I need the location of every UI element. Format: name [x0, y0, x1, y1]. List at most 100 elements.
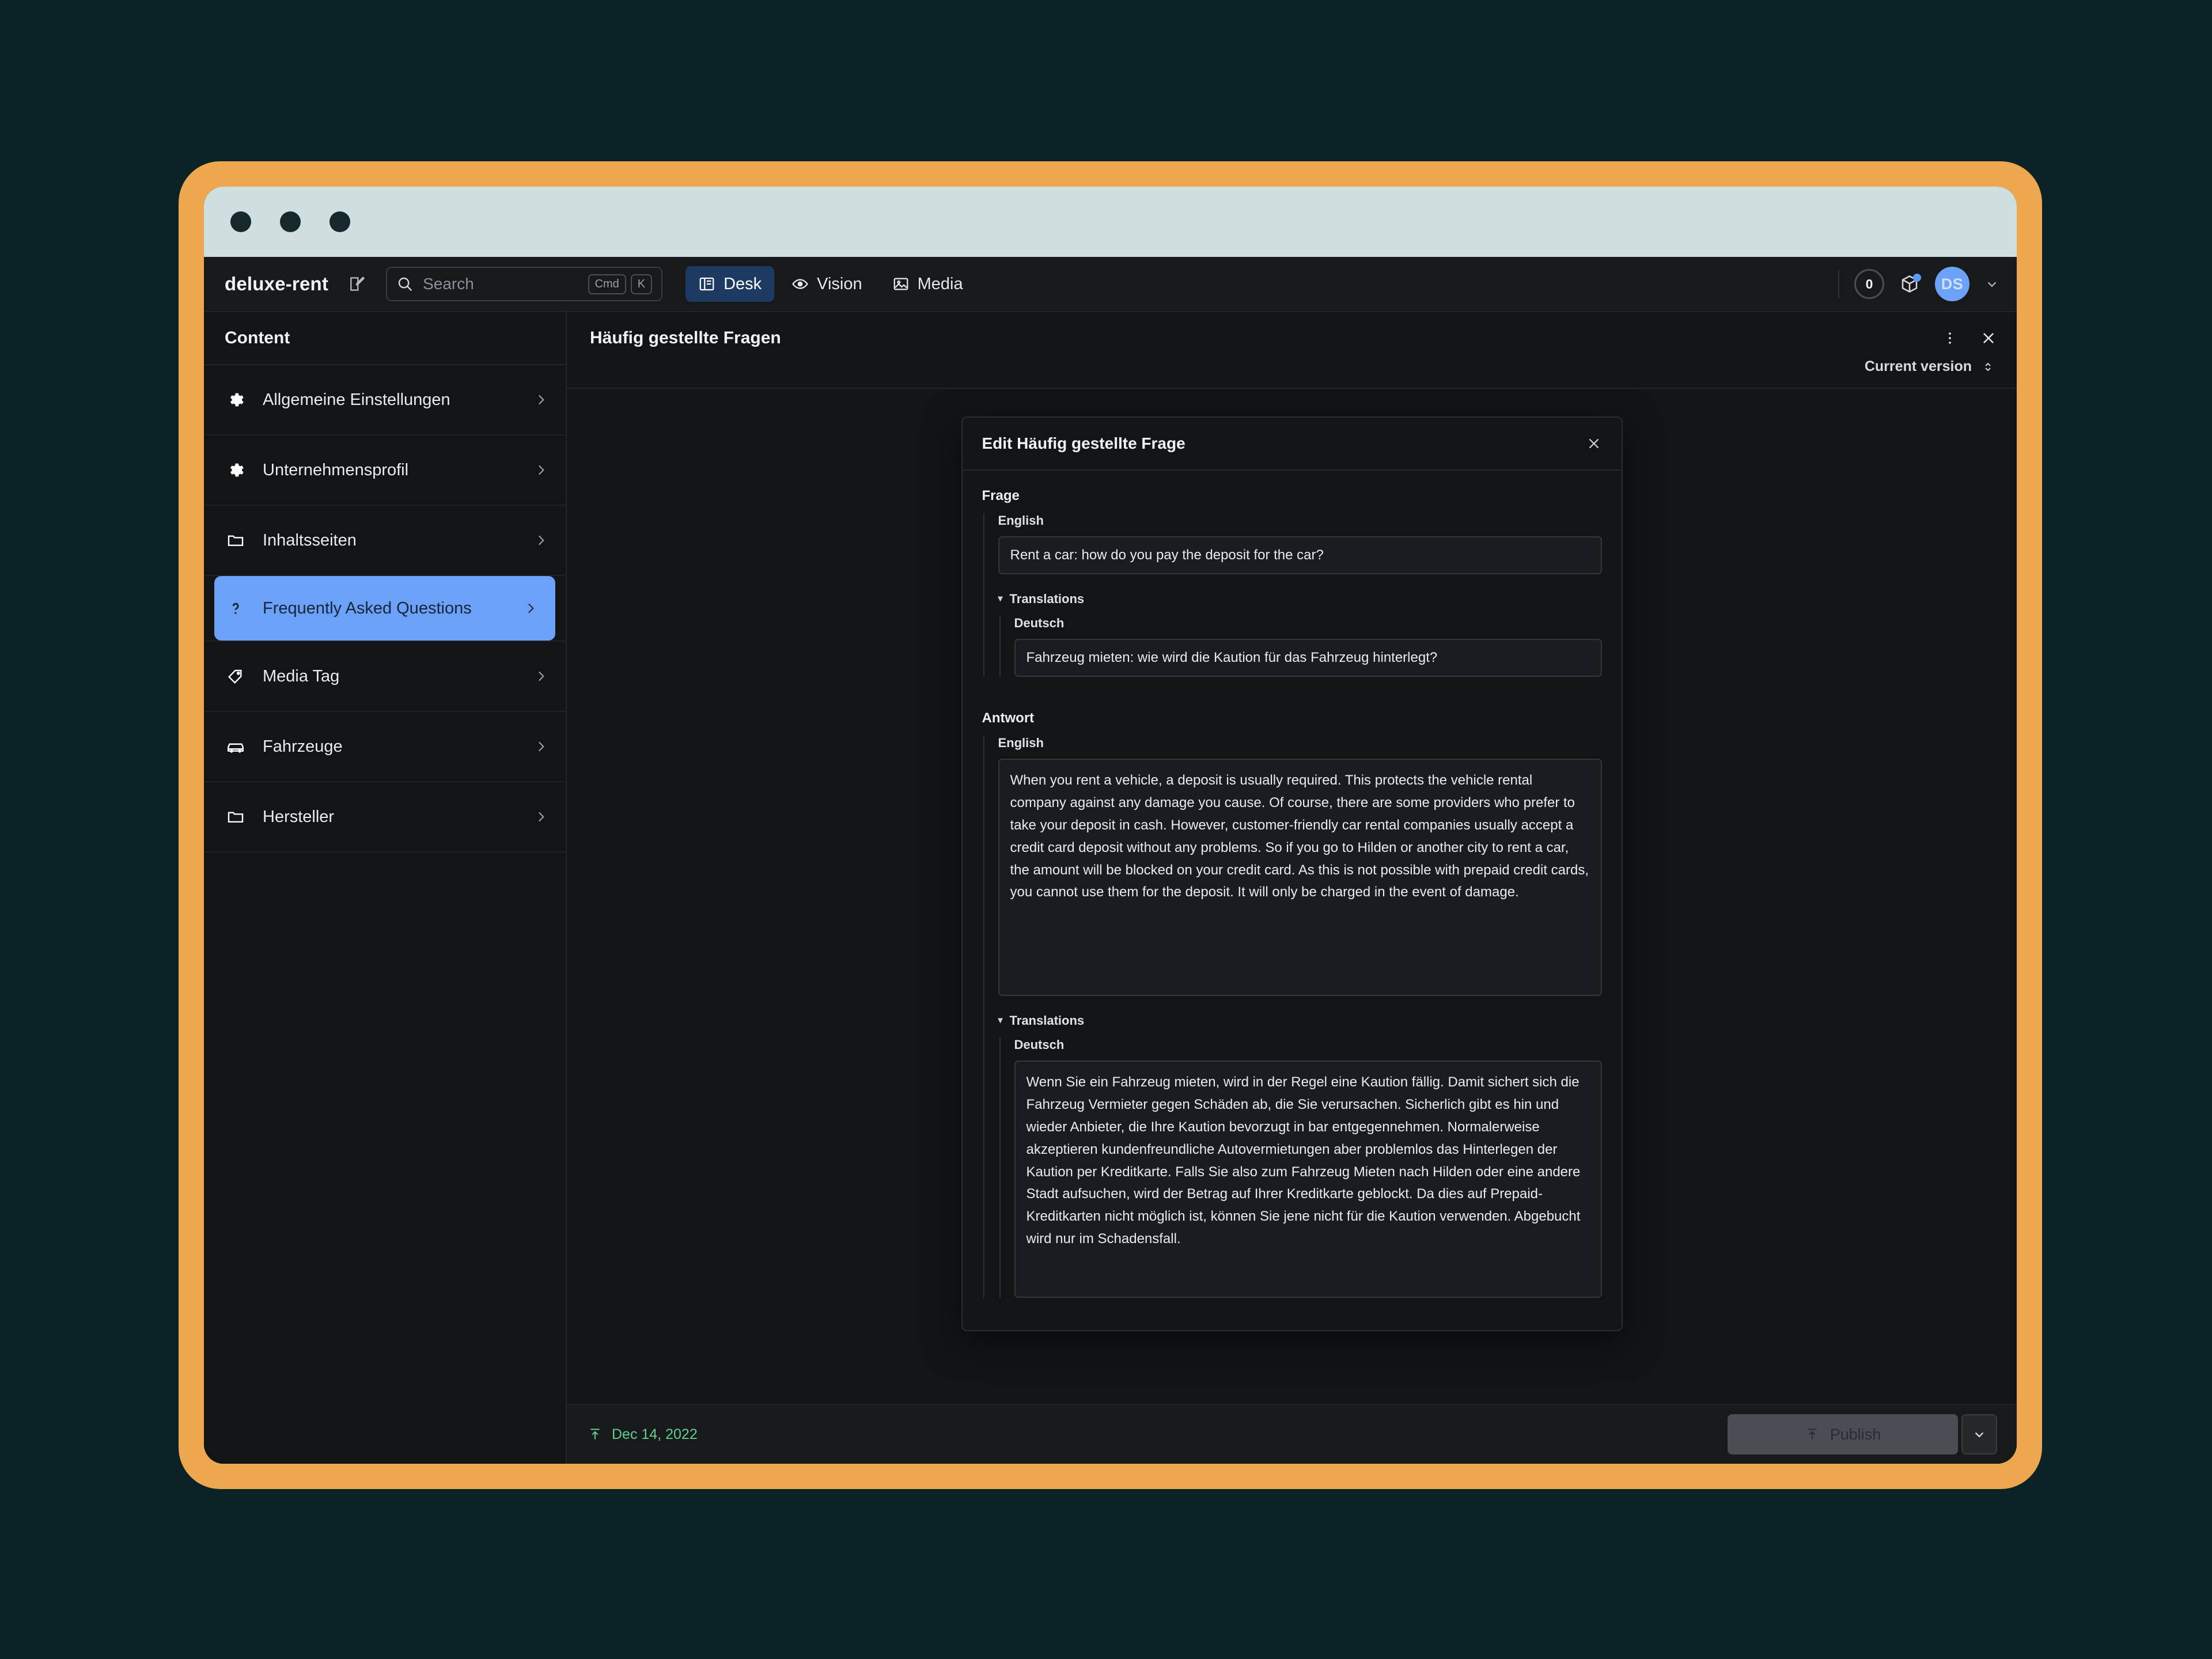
chevron-down-icon[interactable] — [1984, 276, 1999, 291]
document-actions — [1942, 329, 1997, 347]
tab-desk[interactable]: Desk — [685, 266, 774, 302]
compose-icon[interactable] — [341, 268, 373, 300]
tab-desk-label: Desk — [724, 275, 762, 294]
antwort-indent: English When you rent a vehicle, a depos… — [983, 736, 1602, 1298]
navbar-divider — [1838, 270, 1839, 298]
traffic-lights — [230, 211, 350, 232]
image-icon — [892, 275, 910, 293]
chevron-right-icon — [533, 739, 548, 754]
eye-icon — [791, 275, 809, 293]
folder-icon — [224, 531, 248, 550]
caret-down-icon: ▾ — [998, 594, 1003, 604]
car-icon — [224, 737, 248, 756]
version-selector[interactable]: Current version — [590, 358, 1997, 375]
field-group-antwort: Antwort English When you rent a vehicle,… — [982, 710, 1602, 1298]
chevron-right-icon — [533, 669, 548, 684]
publish-up-icon — [1805, 1427, 1820, 1442]
tab-media-label: Media — [918, 275, 963, 294]
browser-chrome — [204, 187, 2017, 257]
antwort-english-label: English — [998, 736, 1602, 751]
search-icon — [396, 275, 414, 293]
chevron-right-icon — [523, 601, 538, 616]
antwort-translations-label: Translations — [1010, 1013, 1085, 1028]
sidebar-item-media-tag[interactable]: Media Tag — [204, 642, 566, 712]
notification-count-badge[interactable]: 0 — [1854, 269, 1884, 299]
sidebar-item-label: Inhaltsseiten — [263, 531, 518, 550]
caret-down-icon: ▾ — [998, 1016, 1003, 1025]
folder-icon — [224, 808, 248, 826]
publish-up-icon — [588, 1427, 603, 1442]
antwort-translations-toggle[interactable]: ▾ Translations — [998, 1013, 1602, 1028]
search-input[interactable]: Search Cmd K — [386, 267, 662, 301]
app-shell: deluxe-rent Search — [204, 257, 2017, 1464]
frage-german-label: Deutsch — [1014, 616, 1602, 631]
sidebar-item-label: Allgemeine Einstellungen — [263, 391, 518, 410]
search-placeholder: Search — [423, 275, 578, 293]
package-update-dot — [1913, 274, 1921, 282]
frage-english-label: English — [998, 513, 1602, 528]
publish-date-label: Dec 14, 2022 — [612, 1426, 698, 1443]
document-header-top: Häufig gestellte Fragen — [590, 328, 1997, 348]
sidebar-item-fahrzeuge[interactable]: Fahrzeuge — [204, 712, 566, 782]
close-window-dot[interactable] — [230, 211, 251, 232]
publish-group: Publish — [1728, 1414, 1997, 1455]
sidebar-item-allgemeine-einstellungen[interactable]: Allgemeine Einstellungen — [204, 365, 566, 435]
tab-vision-label: Vision — [817, 275, 862, 294]
frage-english-input[interactable]: Rent a car: how do you pay the deposit f… — [998, 536, 1602, 574]
antwort-german-textarea[interactable]: Wenn Sie ein Fahrzeug mieten, wird in de… — [1014, 1060, 1602, 1298]
tab-media[interactable]: Media — [880, 266, 976, 302]
sidebar-item-unternehmensprofil[interactable]: Unternehmensprofil — [204, 435, 566, 506]
chevron-right-icon — [533, 392, 548, 407]
more-vertical-icon[interactable] — [1942, 330, 1958, 346]
sidebar-list: Allgemeine Einstellungen — [204, 365, 566, 853]
frage-translations-toggle[interactable]: ▾ Translations — [998, 592, 1602, 607]
publish-options-button[interactable] — [1961, 1414, 1997, 1455]
minimize-window-dot[interactable] — [280, 211, 301, 232]
tab-vision[interactable]: Vision — [779, 266, 874, 302]
dialog-title: Edit Häufig gestellte Frage — [982, 434, 1586, 453]
brand-title[interactable]: deluxe-rent — [225, 273, 328, 295]
sidebar-item-label: Media Tag — [263, 667, 518, 686]
top-navbar: deluxe-rent Search — [204, 257, 2017, 312]
sidebar-item-frequently-asked-questions[interactable]: Frequently Asked Questions — [214, 576, 555, 641]
sidebar-item-label: Fahrzeuge — [263, 737, 518, 756]
frage-translations-indent: Deutsch Fahrzeug mieten: wie wird die Ka… — [999, 616, 1602, 677]
dialog-header: Edit Häufig gestellte Frage — [963, 418, 1622, 471]
antwort-german-label: Deutsch — [1014, 1037, 1602, 1052]
group-spacer — [982, 684, 1602, 710]
chevron-right-icon — [533, 463, 548, 478]
antwort-english-textarea[interactable]: When you rent a vehicle, a deposit is us… — [998, 759, 1602, 996]
tag-icon — [224, 667, 248, 685]
close-icon[interactable] — [1586, 435, 1602, 452]
sidebar-item-hersteller[interactable]: Hersteller — [204, 782, 566, 853]
antwort-translations-indent: Deutsch Wenn Sie ein Fahrzeug mieten, wi… — [999, 1037, 1602, 1298]
maximize-window-dot[interactable] — [329, 211, 350, 232]
desk-icon — [698, 275, 715, 293]
device-frame: deluxe-rent Search — [179, 161, 2042, 1489]
field-group-frage: Frage English Rent a car: how do you pay… — [982, 488, 1602, 677]
search-shortcut: Cmd K — [588, 274, 653, 294]
sidebar-item-label: Unternehmensprofil — [263, 461, 518, 480]
gear-icon — [224, 461, 248, 479]
document-statusbar: Dec 14, 2022 Publ — [567, 1404, 2017, 1464]
chevron-up-down-icon — [1981, 360, 1995, 374]
publish-button[interactable]: Publish — [1728, 1414, 1958, 1455]
kbd-k: K — [631, 274, 652, 294]
frage-indent: English Rent a car: how do you pay the d… — [983, 513, 1602, 677]
dialog-body: Frage English Rent a car: how do you pay… — [963, 471, 1622, 1330]
document-header: Häufig gestellte Fragen — [567, 312, 2017, 389]
version-label: Current version — [1865, 358, 1972, 375]
sidebar-item-label: Frequently Asked Questions — [263, 599, 508, 618]
main-body: Content Allgemeine Einstellungen — [204, 312, 2017, 1464]
sidebar-item-inhaltsseiten[interactable]: Inhaltsseiten — [204, 506, 566, 576]
frage-group-label: Frage — [982, 488, 1602, 504]
chevron-right-icon — [533, 809, 548, 824]
screen: deluxe-rent Search — [0, 0, 2212, 1659]
sidebar-selected-wrapper: Frequently Asked Questions — [204, 576, 566, 642]
frage-german-input[interactable]: Fahrzeug mieten: wie wird die Kaution fü… — [1014, 639, 1602, 677]
package-icon[interactable] — [1899, 274, 1920, 294]
device-inner: deluxe-rent Search — [204, 187, 2017, 1464]
close-icon[interactable] — [1980, 329, 1997, 347]
page-title: Häufig gestellte Fragen — [590, 328, 1942, 348]
avatar[interactable]: DS — [1935, 267, 1969, 301]
